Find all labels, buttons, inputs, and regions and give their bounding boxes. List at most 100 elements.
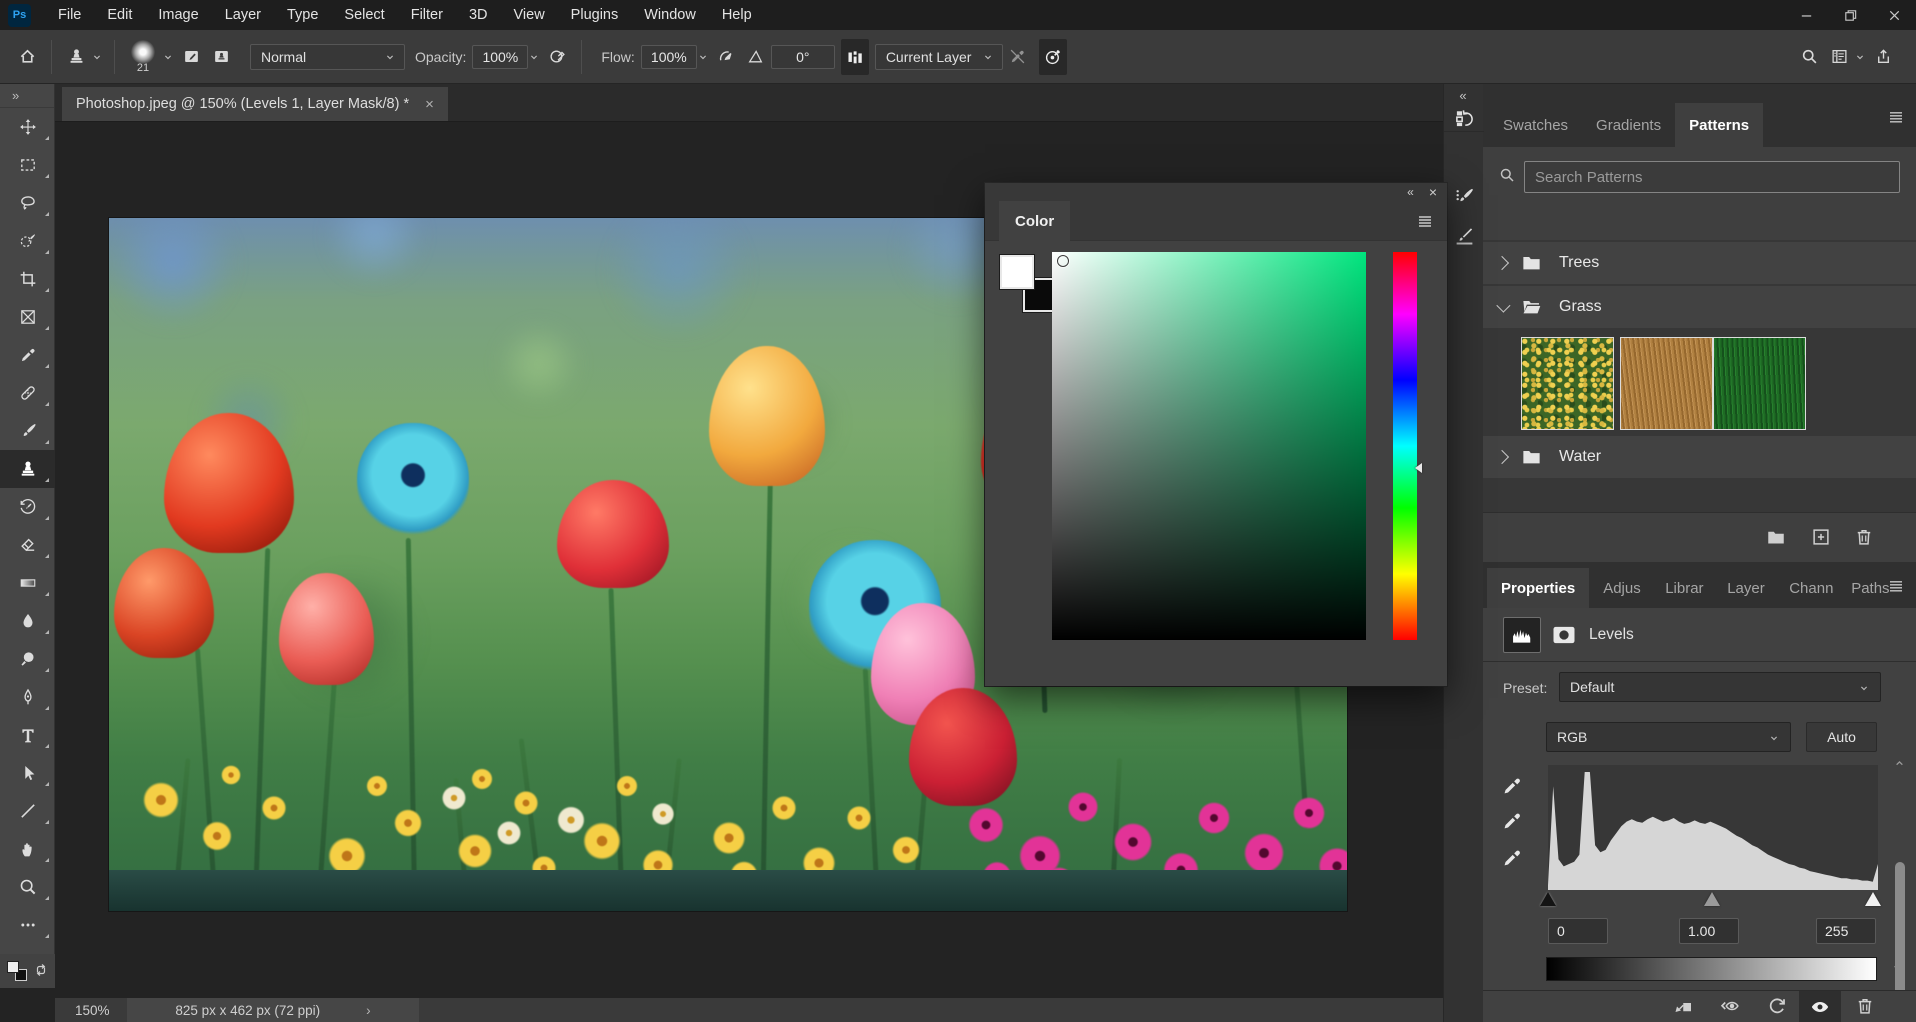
layer-visibility-icon[interactable] bbox=[1799, 991, 1841, 1022]
delete-pattern-icon[interactable] bbox=[1854, 527, 1876, 549]
chevron-right-icon[interactable] bbox=[1495, 450, 1509, 464]
chevron-down-icon[interactable] bbox=[162, 50, 176, 64]
toolbar-collapse-icon[interactable]: » bbox=[0, 84, 54, 108]
brush-settings-panel-icon[interactable] bbox=[1444, 176, 1484, 216]
workspace-switcher-icon[interactable] bbox=[1824, 40, 1854, 74]
crop-tool[interactable] bbox=[0, 260, 55, 298]
midtones-slider[interactable] bbox=[1704, 892, 1720, 906]
tab-color[interactable]: Color bbox=[999, 201, 1070, 241]
dock-collapse-icon[interactable]: « bbox=[1444, 84, 1483, 106]
object-select-tool[interactable] bbox=[0, 222, 55, 260]
reset-adjustment-icon[interactable] bbox=[1767, 996, 1791, 1020]
menu-file[interactable]: File bbox=[45, 0, 94, 30]
lasso-tool[interactable] bbox=[0, 184, 55, 222]
document-tab[interactable]: Photoshop.jpeg @ 150% (Levels 1, Layer M… bbox=[62, 87, 448, 121]
pattern-group-grass[interactable]: Grass bbox=[1483, 286, 1916, 328]
white-point-eyedropper-icon[interactable] bbox=[1501, 847, 1527, 873]
preset-select[interactable]: Default bbox=[1559, 672, 1881, 702]
path-select-tool[interactable] bbox=[0, 754, 55, 792]
menu-image[interactable]: Image bbox=[145, 0, 211, 30]
shadows-slider[interactable] bbox=[1540, 892, 1556, 906]
clip-to-layer-icon[interactable] bbox=[1673, 996, 1697, 1020]
restore-icon[interactable] bbox=[1828, 0, 1872, 30]
clone-source-panel-icon[interactable] bbox=[206, 40, 236, 74]
layer-mask-icon[interactable] bbox=[1549, 623, 1579, 647]
menu-help[interactable]: Help bbox=[709, 0, 765, 30]
chevron-right-icon[interactable] bbox=[1495, 256, 1509, 270]
eyedropper-tool[interactable] bbox=[0, 336, 55, 374]
pattern-thumbnail-green-turf[interactable] bbox=[1713, 337, 1806, 430]
pressure-opacity-icon[interactable] bbox=[542, 40, 572, 74]
new-group-folder-icon[interactable] bbox=[1766, 527, 1788, 549]
pen-tool[interactable] bbox=[0, 678, 55, 716]
hue-slider[interactable] bbox=[1393, 252, 1417, 640]
menu-view[interactable]: View bbox=[501, 0, 558, 30]
foreground-background-swatches-icon[interactable] bbox=[7, 961, 27, 981]
menu-layer[interactable]: Layer bbox=[212, 0, 274, 30]
chevron-down-icon[interactable] bbox=[1496, 299, 1510, 313]
line-tool[interactable] bbox=[0, 792, 55, 830]
pattern-thumbnail-flowered-grass[interactable] bbox=[1521, 337, 1614, 430]
menu-filter[interactable]: Filter bbox=[398, 0, 456, 30]
flow-value[interactable]: 100% bbox=[641, 45, 697, 69]
pressure-size-toggle-icon[interactable] bbox=[1039, 39, 1067, 75]
document-info[interactable]: 825 px x 462 px (72 ppi) › bbox=[127, 998, 419, 1022]
aligned-sample-toggle-icon[interactable] bbox=[841, 39, 869, 75]
share-icon[interactable] bbox=[1868, 40, 1898, 74]
type-tool[interactable] bbox=[0, 716, 55, 754]
opacity-value[interactable]: 100% bbox=[472, 45, 528, 69]
tab-swatches[interactable]: Swatches bbox=[1489, 103, 1582, 147]
tab-adjus[interactable]: Adjus bbox=[1589, 568, 1651, 608]
healing-tool[interactable] bbox=[0, 374, 55, 412]
highlights-slider[interactable] bbox=[1865, 892, 1881, 906]
menu-type[interactable]: Type bbox=[274, 0, 331, 30]
gray-point-eyedropper-icon[interactable] bbox=[1501, 810, 1527, 836]
close-panel-icon[interactable]: × bbox=[1429, 184, 1437, 200]
chevron-down-icon[interactable] bbox=[528, 50, 542, 64]
ignore-adjustment-layers-icon[interactable] bbox=[1003, 40, 1033, 74]
minimize-icon[interactable] bbox=[1784, 0, 1828, 30]
sample-select[interactable]: Current Layer bbox=[875, 44, 1003, 70]
rect-marquee-tool[interactable] bbox=[0, 146, 55, 184]
auto-button[interactable]: Auto bbox=[1806, 722, 1877, 752]
panel-menu-icon[interactable] bbox=[1888, 578, 1906, 596]
tab-patterns[interactable]: Patterns bbox=[1675, 103, 1763, 147]
pattern-thumbnail-dry-grass[interactable] bbox=[1620, 337, 1713, 430]
color-picker-ring-icon[interactable] bbox=[1057, 255, 1069, 267]
zoom-level[interactable]: 150% bbox=[75, 1003, 127, 1018]
shadows-input[interactable] bbox=[1548, 918, 1608, 944]
tool-preset-stamp-icon[interactable] bbox=[61, 40, 91, 74]
blur-tool[interactable] bbox=[0, 602, 55, 640]
menu-window[interactable]: Window bbox=[631, 0, 709, 30]
menu-edit[interactable]: Edit bbox=[94, 0, 145, 30]
panel-menu-icon[interactable] bbox=[1888, 108, 1906, 126]
tab-layer[interactable]: Layer bbox=[1713, 568, 1775, 608]
menu-3d[interactable]: 3D bbox=[456, 0, 501, 30]
tab-gradients[interactable]: Gradients bbox=[1582, 103, 1675, 147]
output-levels-bar[interactable] bbox=[1546, 957, 1877, 981]
scroll-up-icon[interactable] bbox=[1893, 757, 1907, 769]
eraser-tool[interactable] bbox=[0, 526, 55, 564]
midtones-input[interactable] bbox=[1679, 918, 1739, 944]
brush-preset-picker[interactable]: 21 bbox=[126, 40, 160, 74]
home-icon[interactable] bbox=[12, 40, 42, 74]
delete-adjustment-icon[interactable] bbox=[1855, 996, 1879, 1020]
history-panel-icon[interactable] bbox=[1444, 106, 1484, 132]
search-icon[interactable] bbox=[1794, 40, 1824, 74]
brush-tool[interactable] bbox=[0, 412, 55, 450]
hand-tool[interactable] bbox=[0, 830, 55, 868]
tab-librar[interactable]: Librar bbox=[1651, 568, 1713, 608]
close-tab-icon[interactable]: × bbox=[425, 96, 434, 113]
clone-stamp-tool[interactable] bbox=[0, 450, 55, 488]
new-pattern-icon[interactable] bbox=[1811, 527, 1833, 549]
chevron-down-icon[interactable] bbox=[1854, 50, 1868, 64]
pattern-group-water[interactable]: Water bbox=[1483, 436, 1916, 478]
brush-settings-panel-icon[interactable] bbox=[176, 40, 206, 74]
status-chevron-icon[interactable]: › bbox=[366, 1003, 371, 1018]
close-icon[interactable] bbox=[1872, 0, 1916, 30]
frame-tool[interactable] bbox=[0, 298, 55, 336]
move-tool[interactable] bbox=[0, 108, 55, 146]
tab-chann[interactable]: Chann bbox=[1775, 568, 1837, 608]
brushes-panel-icon[interactable] bbox=[1444, 216, 1484, 256]
tab-properties[interactable]: Properties bbox=[1487, 568, 1589, 608]
